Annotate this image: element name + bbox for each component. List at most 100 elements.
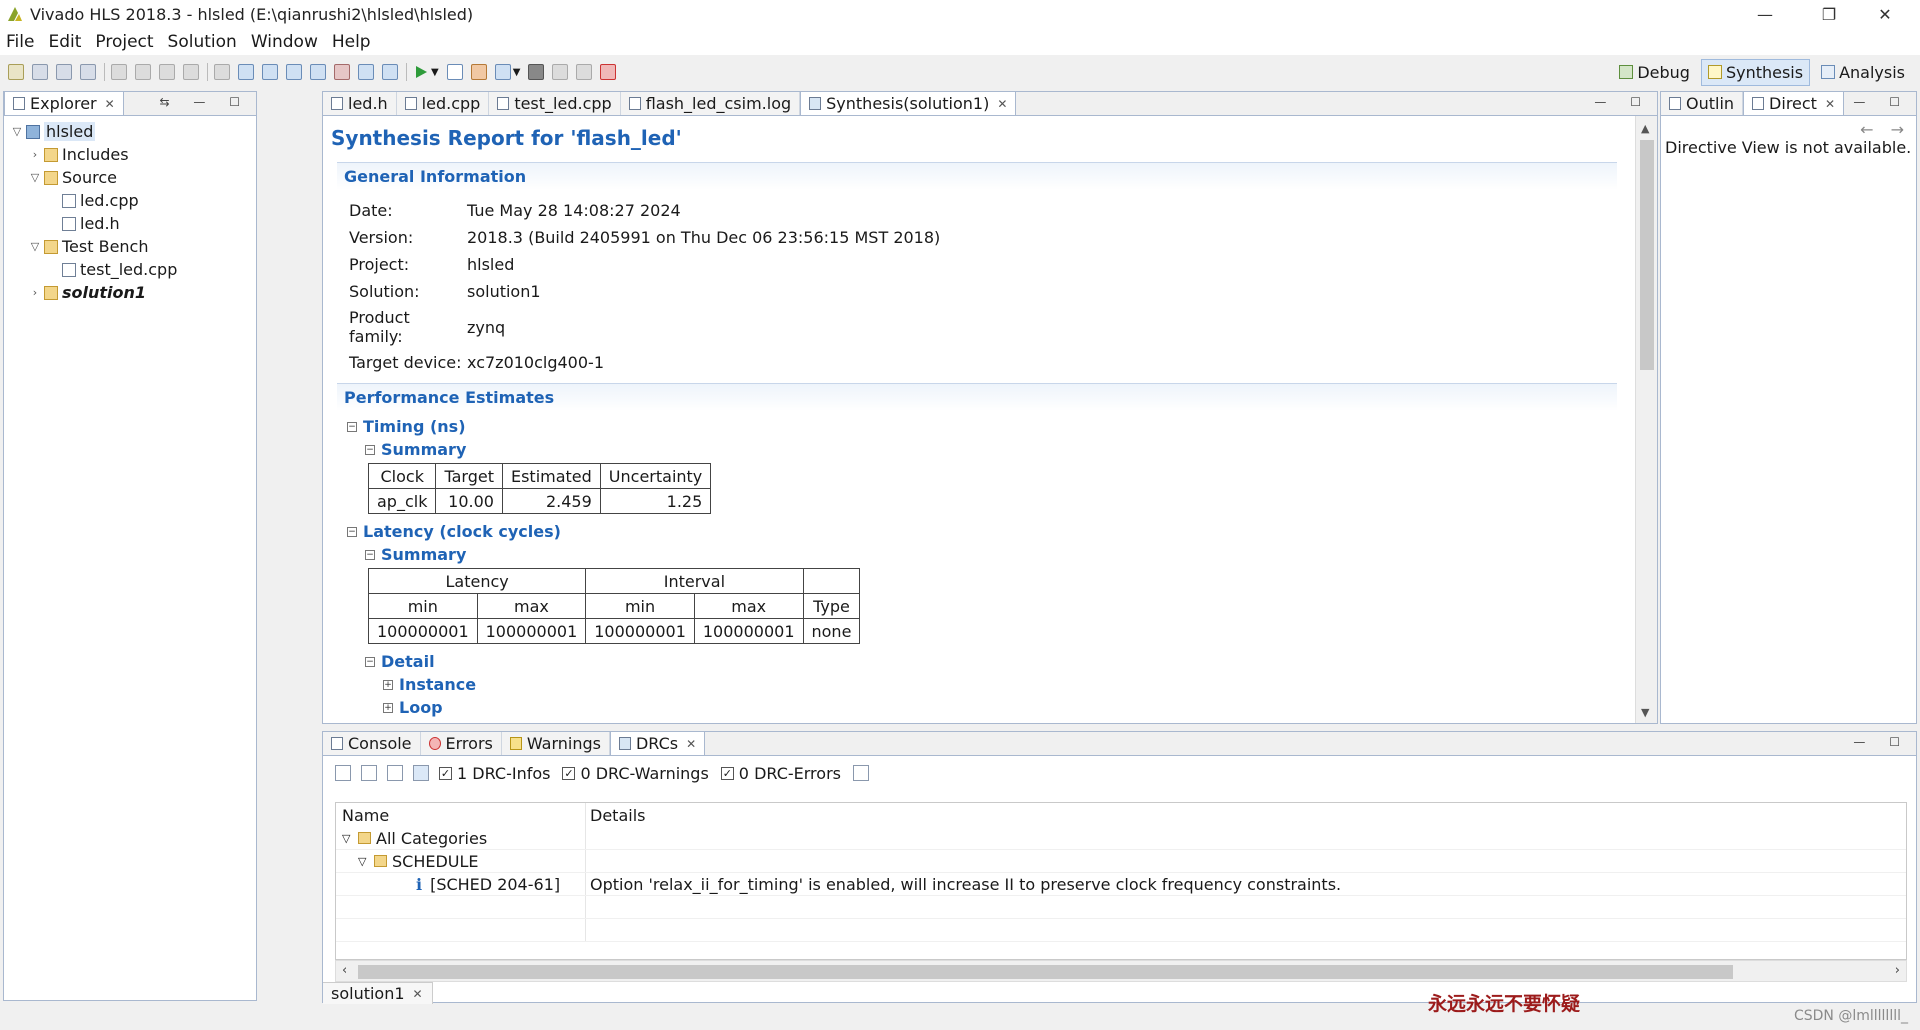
tab-test-led-cpp[interactable]: test_led.cpp — [489, 92, 621, 115]
tree-item-source[interactable]: ▽ Source — [10, 166, 256, 189]
close-icon[interactable]: ✕ — [105, 97, 115, 111]
restore-button[interactable]: ❐ — [1806, 0, 1852, 28]
collapse-icon[interactable]: − — [365, 444, 375, 455]
cut-icon[interactable] — [111, 64, 127, 80]
report-vertical-scrollbar[interactable]: ▲ ▼ — [1635, 116, 1657, 723]
directive-icon[interactable] — [310, 64, 326, 80]
close-icon[interactable]: ✕ — [686, 737, 696, 751]
tab-directive[interactable]: Direct ✕ — [1743, 91, 1845, 115]
checkbox-checked-icon[interactable]: ✓ — [562, 766, 576, 780]
waveform-icon[interactable] — [576, 64, 593, 80]
scrollbar-thumb[interactable] — [1640, 140, 1654, 370]
table-row[interactable]: i [SCHED 204-61] Option 'relax_ii_for_ti… — [336, 873, 1906, 896]
copy-icon[interactable] — [135, 64, 151, 80]
tree-item-test-led-cpp[interactable]: test_led.cpp — [10, 258, 256, 281]
view-controls[interactable]: — ☐ — [1594, 95, 1651, 109]
tab-explorer[interactable]: Explorer ✕ — [4, 91, 124, 115]
open-report-icon[interactable] — [382, 64, 398, 80]
chevron-right-icon[interactable]: › — [28, 148, 42, 161]
cosim-icon[interactable] — [446, 64, 463, 80]
tree-item-project[interactable]: ▽ hlsled — [10, 120, 256, 143]
chevron-down-icon[interactable]: ▽ — [28, 171, 42, 184]
tab-errors[interactable]: Errors — [420, 732, 502, 755]
tab-drcs[interactable]: DRCs ✕ — [609, 731, 706, 755]
save-as-icon[interactable] — [80, 64, 96, 80]
close-window-button[interactable]: ✕ — [1862, 0, 1908, 28]
timing-summary-section[interactable]: − Summary — [365, 440, 1625, 459]
collapse-all-icon[interactable] — [361, 765, 377, 781]
table-row[interactable]: ▽ All Categories — [336, 827, 1906, 850]
close-icon[interactable]: ✕ — [1825, 97, 1835, 111]
drc-horizontal-scrollbar[interactable]: ‹ › — [335, 960, 1907, 982]
tree-item-test-bench[interactable]: ▽ Test Bench — [10, 235, 256, 258]
close-icon[interactable]: ✕ — [997, 97, 1007, 111]
close-icon[interactable]: ✕ — [413, 987, 423, 1001]
tree-item-led-h[interactable]: led.h — [10, 212, 256, 235]
export-dropdown-icon[interactable]: ▼ — [513, 67, 521, 78]
view-controls[interactable]: — ☐ — [1853, 735, 1910, 749]
menu-solution[interactable]: Solution — [168, 32, 237, 52]
latency-summary-section[interactable]: − Summary — [365, 545, 1625, 564]
chevron-down-icon[interactable]: ▽ — [28, 240, 42, 253]
tab-led-cpp[interactable]: led.cpp — [396, 92, 490, 115]
scroll-down-icon[interactable]: ▼ — [1641, 706, 1649, 719]
save-icon[interactable] — [32, 64, 48, 80]
chevron-down-icon[interactable]: ▽ — [10, 125, 24, 138]
column-header-details[interactable]: Details — [586, 803, 1906, 827]
menu-edit[interactable]: Edit — [48, 32, 81, 52]
compare-icon[interactable] — [552, 64, 569, 80]
menu-window[interactable]: Window — [251, 32, 318, 52]
export-icon[interactable] — [334, 64, 350, 80]
save-all-icon[interactable] — [56, 64, 72, 80]
scroll-right-icon[interactable]: › — [1895, 963, 1900, 978]
project-settings-icon[interactable] — [238, 64, 254, 80]
latency-section[interactable]: − Latency (clock cycles) — [347, 522, 1625, 541]
search-icon[interactable] — [335, 765, 351, 781]
checkbox-checked-icon[interactable]: ✓ — [720, 766, 734, 780]
run-icon[interactable] — [413, 64, 429, 80]
instance-section[interactable]: + Instance — [383, 675, 1625, 694]
filter-drc-warnings[interactable]: ✓ 0 DRC-Warnings — [562, 764, 709, 783]
stop-icon[interactable] — [528, 64, 545, 80]
timing-section[interactable]: − Timing (ns) — [347, 417, 1625, 436]
tab-outline[interactable]: Outlin — [1661, 92, 1744, 115]
tab-synthesis-solution1[interactable]: Synthesis(solution1) ✕ — [800, 91, 1017, 115]
minimize-button[interactable]: — — [1742, 0, 1788, 28]
filter-drc-errors[interactable]: ✓ 0 DRC-Errors — [720, 764, 841, 783]
chevron-right-icon[interactable]: › — [28, 286, 42, 299]
expand-icon[interactable]: + — [383, 702, 393, 713]
collapse-icon[interactable]: − — [365, 656, 375, 667]
view-controls[interactable]: ⇆ — ☐ — [160, 95, 250, 109]
collapse-icon[interactable]: − — [347, 421, 357, 432]
print-icon[interactable] — [214, 64, 230, 80]
solution-settings-icon[interactable] — [286, 64, 302, 80]
run-dropdown-icon[interactable]: ▼ — [431, 67, 439, 78]
table-row[interactable]: ▽ SCHEDULE — [336, 850, 1906, 873]
tree-item-includes[interactable]: › Includes — [10, 143, 256, 166]
help-icon[interactable] — [600, 64, 617, 80]
scrollbar-thumb[interactable] — [358, 965, 1733, 979]
column-header-name[interactable]: Name — [336, 803, 586, 827]
perspective-analysis[interactable]: Analysis — [1814, 59, 1912, 86]
synthesis-icon[interactable] — [470, 64, 487, 80]
chevron-down-icon[interactable]: ▽ — [342, 832, 358, 845]
expand-all-icon[interactable] — [387, 765, 403, 781]
perspective-synthesis[interactable]: Synthesis — [1700, 58, 1811, 86]
filter-drc-infos[interactable]: ✓ 1 DRC-Infos — [439, 764, 550, 783]
tab-flash-led-csim-log[interactable]: flash_led_csim.log — [620, 92, 801, 115]
menu-project[interactable]: Project — [95, 32, 153, 52]
scroll-left-icon[interactable]: ‹ — [342, 963, 347, 978]
menu-help[interactable]: Help — [332, 32, 371, 52]
navigation-arrows-icon[interactable]: ← → — [1860, 120, 1910, 139]
tree-item-solution1[interactable]: › solution1 — [10, 281, 256, 304]
collapse-icon[interactable]: − — [365, 549, 375, 560]
view-controls[interactable]: — ☐ — [1853, 95, 1910, 109]
tree-item-led-cpp[interactable]: led.cpp — [10, 189, 256, 212]
chevron-down-icon[interactable]: ▽ — [358, 855, 374, 868]
columns-icon[interactable] — [852, 765, 869, 781]
delete-icon[interactable] — [183, 64, 199, 80]
index-source-icon[interactable] — [358, 64, 374, 80]
perspective-debug[interactable]: Debug — [1612, 59, 1697, 86]
expand-icon[interactable]: + — [383, 679, 393, 690]
new-solution-icon[interactable] — [262, 64, 278, 80]
